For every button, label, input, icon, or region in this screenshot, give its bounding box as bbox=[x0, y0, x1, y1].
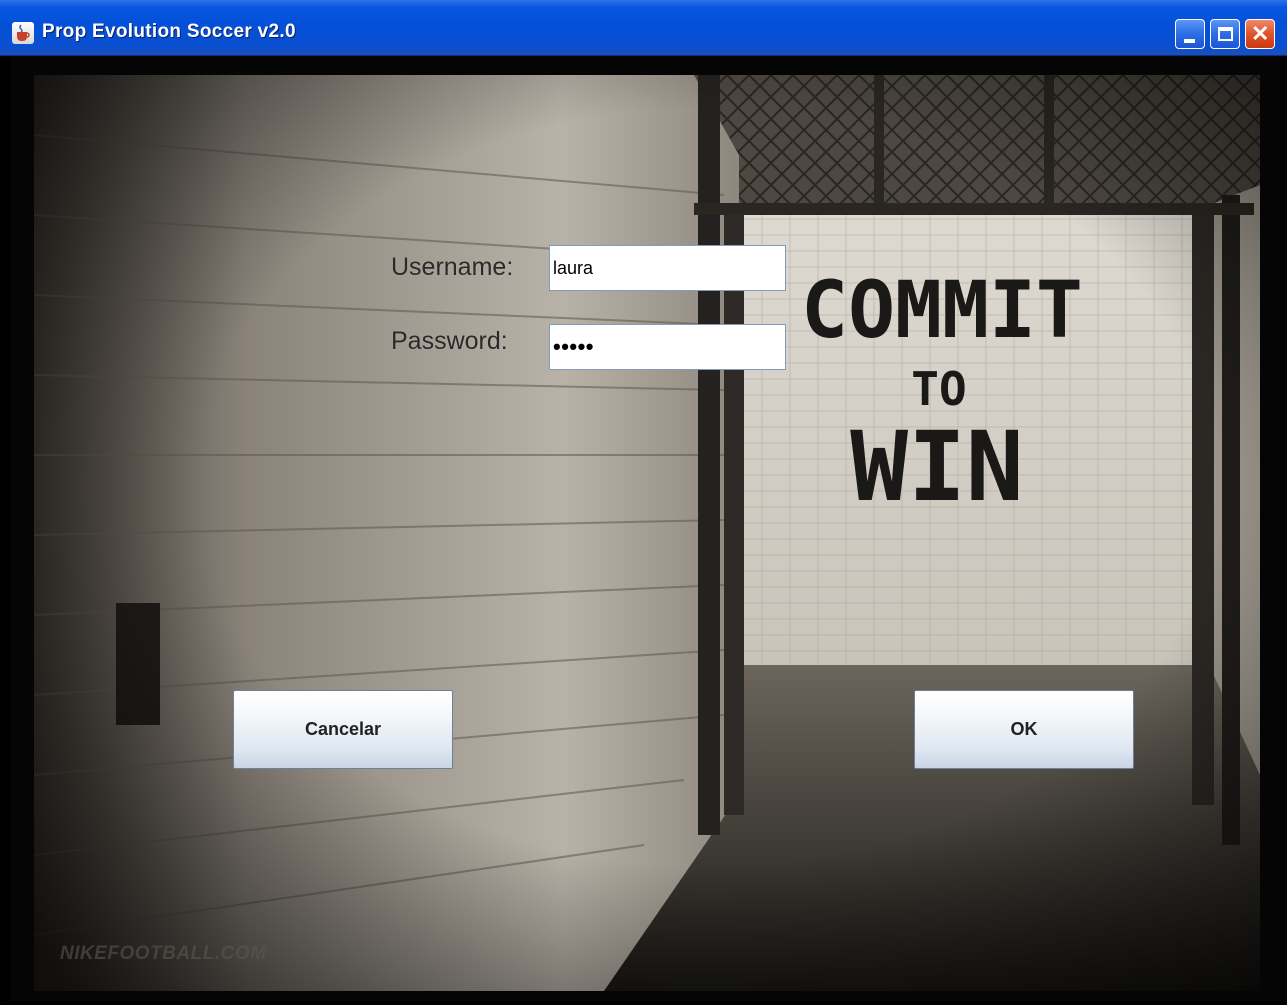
background-image: COMMIT TO WIN bbox=[34, 75, 1260, 991]
title-bar[interactable]: Prop Evolution Soccer v2.0 ✕ bbox=[0, 0, 1287, 56]
window-content: COMMIT TO WIN bbox=[10, 56, 1280, 1001]
username-input[interactable] bbox=[549, 245, 786, 291]
close-icon: ✕ bbox=[1251, 21, 1270, 46]
close-button[interactable]: ✕ bbox=[1245, 19, 1275, 49]
watermark: NIKEFOOTBALL.COM bbox=[60, 943, 267, 964]
ok-button[interactable]: OK bbox=[914, 690, 1134, 769]
password-label: Password: bbox=[391, 327, 508, 355]
minimize-icon bbox=[1184, 39, 1195, 43]
password-input[interactable] bbox=[549, 324, 786, 370]
maximize-icon bbox=[1218, 27, 1233, 41]
cancel-button[interactable]: Cancelar bbox=[233, 690, 453, 769]
java-cup-icon bbox=[12, 22, 34, 44]
window-title: Prop Evolution Soccer v2.0 bbox=[42, 21, 296, 42]
maximize-button[interactable] bbox=[1210, 19, 1240, 49]
tunnel-scene: COMMIT TO WIN bbox=[34, 75, 1260, 991]
username-label: Username: bbox=[391, 253, 514, 281]
minimize-button[interactable] bbox=[1175, 19, 1205, 49]
